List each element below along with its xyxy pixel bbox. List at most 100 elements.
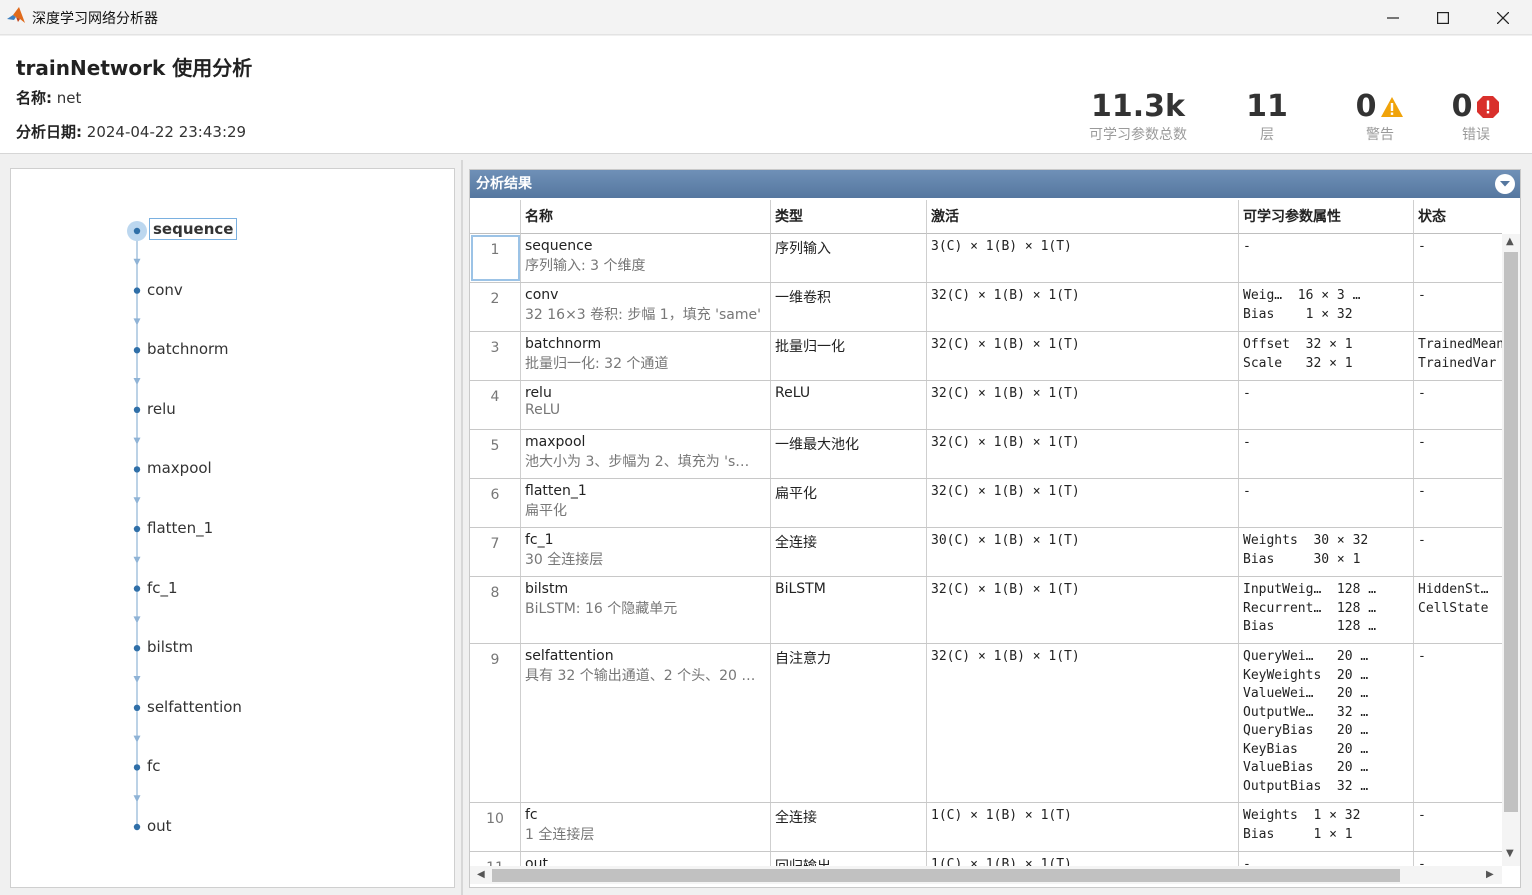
- layer-activations: 32(C) × 1(B) × 1(T): [927, 479, 1239, 527]
- graph-node-fc_1[interactable]: [133, 585, 141, 592]
- table-row[interactable]: 3 batchnorm 批量归一化: 32 个通道 批量归一化 32(C) × 1(B)…: [470, 332, 1502, 381]
- layer-learnables: -: [1239, 852, 1414, 866]
- horizontal-scrollbar[interactable]: ◀ ▶: [470, 866, 1502, 884]
- layer-learnables: Weig… 16 × 3 … Bias 1 × 32: [1239, 283, 1414, 331]
- layer-type: BiLSTM: [771, 577, 927, 643]
- layer-description: 扁平化: [525, 503, 567, 519]
- table-row[interactable]: 9 selfattention 具有 32 个输出通道、2 个头、20 … 自注意力 3…: [470, 644, 1502, 803]
- table-row[interactable]: 8 bilstm BiLSTM: 16 个隐藏单元 BiLSTM 32(C) × 1(B…: [470, 577, 1502, 644]
- stat-warnings[interactable]: 0 警告: [1350, 90, 1410, 144]
- minimize-button[interactable]: [1370, 0, 1416, 35]
- graph-node-conv[interactable]: [133, 287, 141, 294]
- layer-activations: 1(C) × 1(B) × 1(T): [927, 803, 1239, 851]
- column-header-state[interactable]: 状态: [1414, 200, 1502, 234]
- chevron-down-icon: [1500, 181, 1510, 187]
- layer-type: 回归输出: [771, 852, 927, 866]
- layer-learnables: Weights 30 × 32 Bias 30 × 1: [1239, 528, 1414, 576]
- layer-name: batchnorm: [525, 336, 602, 352]
- graph-node-sequence[interactable]: [133, 227, 141, 235]
- graph-node-label[interactable]: sequence: [149, 218, 238, 240]
- scroll-left-icon[interactable]: ◀: [477, 869, 485, 880]
- row-index: 11: [470, 852, 521, 866]
- layer-name: selfattention: [525, 648, 614, 664]
- table-row[interactable]: 5 maxpool 池大小为 3、步幅为 2、填充为 's… 一维最大池化 32(C) …: [470, 430, 1502, 479]
- graph-node-fc[interactable]: [133, 764, 141, 771]
- layer-learnables: InputWeig… 128 … Recurrent… 128 … Bias 1…: [1239, 577, 1414, 643]
- table-row[interactable]: 10 fc 1 全连接层 全连接 1(C) × 1(B) × 1(T) Weights 1…: [470, 803, 1502, 852]
- graph-node-label[interactable]: out: [147, 817, 172, 835]
- table-row[interactable]: 4 relu ReLU ReLU 32(C) × 1(B) × 1(T) - -: [470, 381, 1502, 430]
- layer-learnables: -: [1239, 430, 1414, 478]
- column-header-type[interactable]: 类型: [771, 200, 927, 234]
- maximize-icon: [1437, 11, 1449, 24]
- layer-description: 序列输入: 3 个维度: [525, 258, 646, 274]
- close-button[interactable]: [1480, 0, 1526, 35]
- collapse-button[interactable]: [1495, 174, 1515, 194]
- row-index: 9: [470, 644, 521, 802]
- maximize-button[interactable]: [1420, 0, 1466, 35]
- table-row[interactable]: 2 conv 32 16×3 卷积: 步幅 1，填充 'same' 一维卷积 32(C)…: [470, 283, 1502, 332]
- table-row[interactable]: 7 fc_1 30 全连接层 全连接 30(C) × 1(B) × 1(T) Weight…: [470, 528, 1502, 577]
- layer-state: -: [1418, 649, 1426, 664]
- layer-type: 序列输入: [771, 234, 927, 282]
- layer-description: 具有 32 个输出通道、2 个头、20 …: [525, 668, 756, 684]
- row-index: 6: [470, 479, 521, 527]
- layer-state: -: [1418, 435, 1426, 450]
- date-value: 2024-04-22 23:43:29: [86, 123, 247, 141]
- graph-node-label[interactable]: flatten_1: [147, 519, 213, 537]
- graph-node-out[interactable]: [133, 823, 141, 831]
- graph-node-relu[interactable]: [133, 406, 141, 413]
- column-header-learnables[interactable]: 可学习参数属性: [1239, 200, 1414, 234]
- graph-node-maxpool[interactable]: [133, 466, 141, 473]
- graph-node-batchnorm[interactable]: [133, 347, 141, 354]
- table-row[interactable]: 1 sequence 序列输入: 3 个维度 序列输入 3(C) × 1(B) × 1(…: [470, 234, 1502, 283]
- vertical-scrollbar[interactable]: ▲ ▼: [1502, 234, 1520, 866]
- row-index: 2: [470, 283, 521, 331]
- graph-node-bilstm[interactable]: [133, 645, 141, 652]
- stat-label: 层: [1260, 127, 1274, 143]
- graph-node-label[interactable]: bilstm: [147, 638, 193, 656]
- stat-value: 11: [1246, 89, 1288, 124]
- graph-node-label[interactable]: relu: [147, 400, 176, 418]
- graph-node-label[interactable]: conv: [147, 281, 183, 299]
- network-graph-pane[interactable]: sequence conv batchnorm relu maxpool flatten_…: [10, 168, 455, 888]
- graph-node-label[interactable]: fc: [147, 757, 161, 775]
- layer-description: 池大小为 3、步幅为 2、填充为 's…: [525, 454, 750, 470]
- column-header-activations[interactable]: 激活: [927, 200, 1239, 234]
- layer-activations: 32(C) × 1(B) × 1(T): [927, 577, 1239, 643]
- pane-splitter[interactable]: [461, 160, 463, 895]
- layer-type: 一维卷积: [771, 283, 927, 331]
- column-header-name[interactable]: 名称: [521, 200, 771, 234]
- graph-node-label[interactable]: batchnorm: [147, 340, 229, 358]
- row-index: 8: [470, 577, 521, 643]
- scroll-right-icon[interactable]: ▶: [1486, 869, 1494, 880]
- layer-type: 扁平化: [771, 479, 927, 527]
- stat-errors[interactable]: 0 错误: [1446, 90, 1506, 144]
- analysis-date: 分析日期: 2024-04-22 23:43:29: [16, 121, 246, 142]
- layer-state: -: [1418, 533, 1426, 548]
- layer-name-cell: fc_1 30 全连接层: [521, 528, 771, 576]
- table-row[interactable]: 6 flatten_1 扁平化 扁平化 32(C) × 1(B) × 1(T) - -: [470, 479, 1502, 528]
- layer-state: HiddenSt… CellState: [1418, 582, 1489, 616]
- layer-description: 1 全连接层: [525, 827, 595, 843]
- layer-name-cell: out: [521, 852, 771, 866]
- graph-node-label[interactable]: fc_1: [147, 579, 178, 597]
- scroll-up-icon[interactable]: ▲: [1506, 236, 1514, 247]
- graph-node-label[interactable]: maxpool: [147, 459, 212, 477]
- network-graph[interactable]: [11, 169, 454, 887]
- layer-type: ReLU: [771, 381, 927, 429]
- vertical-scroll-thumb[interactable]: [1504, 252, 1518, 812]
- layer-description: 32 16×3 卷积: 步幅 1，填充 'same': [525, 307, 761, 323]
- layer-name: fc: [525, 807, 538, 823]
- row-index: 7: [470, 528, 521, 576]
- column-header-index[interactable]: [470, 200, 521, 234]
- graph-node-flatten_1[interactable]: [133, 525, 141, 533]
- table-row[interactable]: 11out回归输出1(C) × 1(B) × 1(T)--: [470, 852, 1502, 866]
- name-label: 名称:: [16, 89, 52, 107]
- graph-node-selfattention[interactable]: [133, 704, 141, 711]
- scroll-down-icon[interactable]: ▼: [1506, 848, 1514, 859]
- horizontal-scroll-thumb[interactable]: [492, 869, 1400, 882]
- results-table: 名称 类型 激活 可学习参数属性 状态 1 sequence 序列输入: 3 个维度…: [470, 200, 1502, 866]
- stat-layers: 11 层: [1240, 90, 1294, 144]
- graph-node-label[interactable]: selfattention: [147, 698, 242, 716]
